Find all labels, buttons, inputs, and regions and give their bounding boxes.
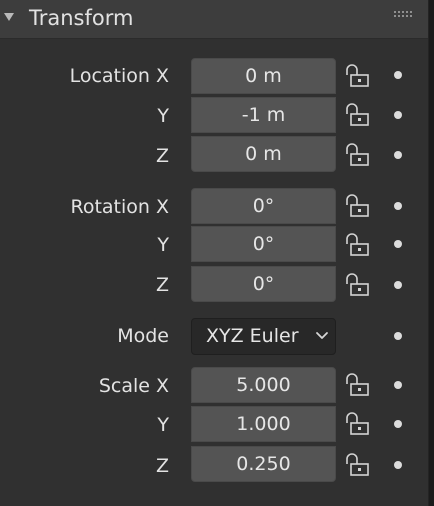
rotation-z-keyframe-icon[interactable]: [394, 281, 402, 289]
rotation-x-unlock-icon[interactable]: [344, 192, 372, 220]
panel-title: Transform: [29, 6, 134, 30]
rotation-y-field[interactable]: 0°: [191, 226, 336, 262]
location-x-label: Location X: [69, 65, 169, 87]
rotation-y-keyframe-icon[interactable]: [394, 240, 402, 248]
rotation-x-keyframe-icon[interactable]: [394, 202, 402, 210]
scale-z-field[interactable]: 0.250: [191, 446, 336, 482]
location-y-label: Y: [157, 105, 169, 127]
location-z-field[interactable]: 0 m: [191, 136, 336, 172]
location-z-keyframe-icon[interactable]: [394, 151, 402, 159]
rotation-z-field[interactable]: 0°: [191, 266, 336, 302]
mode-dropdown[interactable]: XYZ Euler: [191, 318, 336, 355]
rotation-z-label: Z: [155, 274, 169, 296]
scale-y-unlock-icon[interactable]: [344, 410, 372, 438]
rotation-x-field[interactable]: 0°: [191, 188, 336, 224]
rotation-z-unlock-icon[interactable]: [344, 271, 372, 299]
scale-y-keyframe-icon[interactable]: [394, 420, 402, 428]
location-z-label: Z: [155, 145, 169, 167]
scale-x-keyframe-icon[interactable]: [394, 381, 402, 389]
rotation-y-label: Y: [157, 234, 169, 256]
scale-x-field[interactable]: 5.000: [191, 367, 336, 403]
mode-label: Mode: [117, 325, 169, 347]
location-x-field[interactable]: 0 m: [191, 58, 336, 94]
drag-grip-icon[interactable]: [394, 11, 416, 21]
panel-header[interactable]: Transform: [0, 0, 428, 39]
location-x-unlock-icon[interactable]: [344, 62, 372, 90]
scale-z-unlock-icon[interactable]: [344, 451, 372, 479]
location-y-keyframe-icon[interactable]: [394, 111, 402, 119]
location-y-unlock-icon[interactable]: [344, 101, 372, 129]
scale-x-label: Scale X: [98, 375, 169, 397]
scale-y-label: Y: [157, 414, 169, 436]
chevron-down-icon: [316, 332, 328, 339]
mode-dropdown-value: XYZ Euler: [206, 325, 299, 347]
scale-x-unlock-icon[interactable]: [344, 371, 372, 399]
location-y-field[interactable]: -1 m: [191, 97, 336, 133]
mode-keyframe-icon[interactable]: [394, 332, 402, 340]
location-x-keyframe-icon[interactable]: [394, 71, 402, 79]
transform-panel: Transform Location X 0 m Y -1 m Z 0 m Ro…: [0, 0, 429, 506]
scale-z-keyframe-icon[interactable]: [394, 461, 402, 469]
location-z-unlock-icon[interactable]: [344, 141, 372, 169]
rotation-y-unlock-icon[interactable]: [344, 231, 372, 259]
scale-y-field[interactable]: 1.000: [191, 406, 336, 442]
collapse-triangle-icon[interactable]: [4, 13, 14, 21]
scale-z-label: Z: [155, 455, 169, 477]
rotation-x-label: Rotation X: [70, 196, 169, 218]
